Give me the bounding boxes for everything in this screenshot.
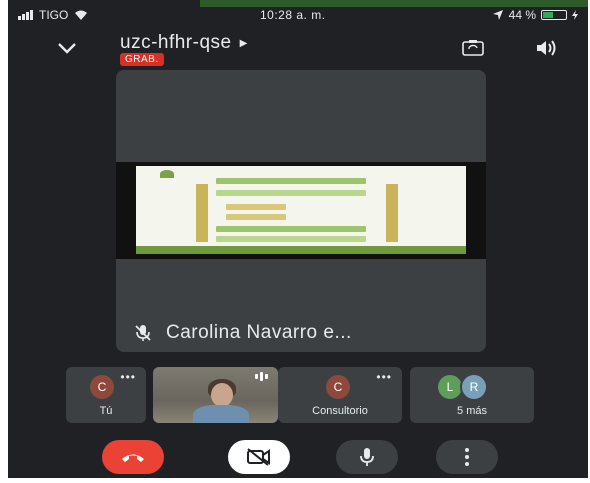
- more-options-button[interactable]: [436, 440, 498, 474]
- video-person-body: [193, 405, 249, 423]
- avatar: R: [460, 373, 488, 401]
- left-margin: [0, 0, 8, 483]
- more-options-icon[interactable]: •••: [376, 370, 392, 384]
- avatar: L: [438, 375, 462, 399]
- shared-screen: [116, 162, 486, 259]
- speaker-icon[interactable]: [535, 38, 559, 58]
- main-video-tile[interactable]: Carolina Navarro e...: [116, 70, 486, 352]
- avatar: C: [326, 375, 350, 399]
- meeting-code: uzc-hfhr-qse: [120, 32, 232, 53]
- participant-tile-you[interactable]: C ••• Tú: [66, 367, 146, 423]
- participant-tile-consultorio[interactable]: C ••• Consultorio: [278, 367, 402, 423]
- switch-camera-icon[interactable]: [462, 40, 484, 56]
- slide-row: [226, 214, 286, 220]
- end-call-button[interactable]: [102, 440, 164, 474]
- more-options-icon[interactable]: •••: [120, 370, 136, 384]
- slide-row: [226, 204, 286, 210]
- meeting-title-row[interactable]: uzc-hfhr-qse ▶: [120, 32, 247, 54]
- meet-call-screen: TIGO 10:28 a. m. 44 % uzc-hfhr-qse ▶ GRA…: [8, 0, 588, 478]
- camera-off-icon: [247, 448, 270, 466]
- camera-toggle-button[interactable]: [228, 440, 290, 474]
- participant-name: 5 más: [457, 405, 487, 417]
- participant-video-tile[interactable]: [153, 367, 278, 423]
- battery-icon: [541, 10, 567, 20]
- audio-level-icon: [255, 372, 268, 381]
- slide-row: [216, 178, 366, 184]
- mic-icon: [360, 448, 374, 466]
- expand-arrow-icon: ▶: [239, 37, 248, 49]
- clock: 10:28 a. m.: [260, 8, 326, 22]
- slide-row: [216, 236, 366, 242]
- chevron-down-icon[interactable]: [56, 40, 78, 56]
- presenter-name: Carolina Navarro e...: [166, 322, 352, 343]
- recording-badge: GRAB.: [120, 53, 164, 66]
- charging-icon: [572, 10, 578, 20]
- presenter-label-row: Carolina Navarro e...: [134, 322, 352, 344]
- video-person-face: [211, 383, 233, 407]
- more-vert-icon: [465, 448, 469, 466]
- mic-toggle-button[interactable]: [336, 440, 398, 474]
- location-icon: [492, 10, 503, 20]
- mic-off-icon: [135, 325, 151, 341]
- slide-logo: [160, 170, 174, 178]
- slide-row: [216, 226, 366, 232]
- signal-icon: [18, 10, 33, 20]
- avatar: C: [90, 375, 114, 399]
- slide-row: [216, 190, 366, 196]
- wifi-icon: [75, 10, 88, 20]
- participant-tile-more[interactable]: L R 5 más: [410, 367, 534, 423]
- participant-name: Consultorio: [312, 405, 368, 417]
- slide-band-left: [196, 184, 208, 242]
- participant-name: Tú: [99, 405, 113, 417]
- carrier-label: TIGO: [39, 8, 69, 22]
- status-bar: TIGO 10:28 a. m. 44 %: [8, 4, 588, 28]
- battery-percent: 44 %: [508, 8, 536, 22]
- slide-footer: [136, 246, 466, 254]
- end-call-icon: [122, 454, 144, 462]
- presentation-slide: [136, 166, 466, 254]
- slide-band-right: [386, 184, 398, 242]
